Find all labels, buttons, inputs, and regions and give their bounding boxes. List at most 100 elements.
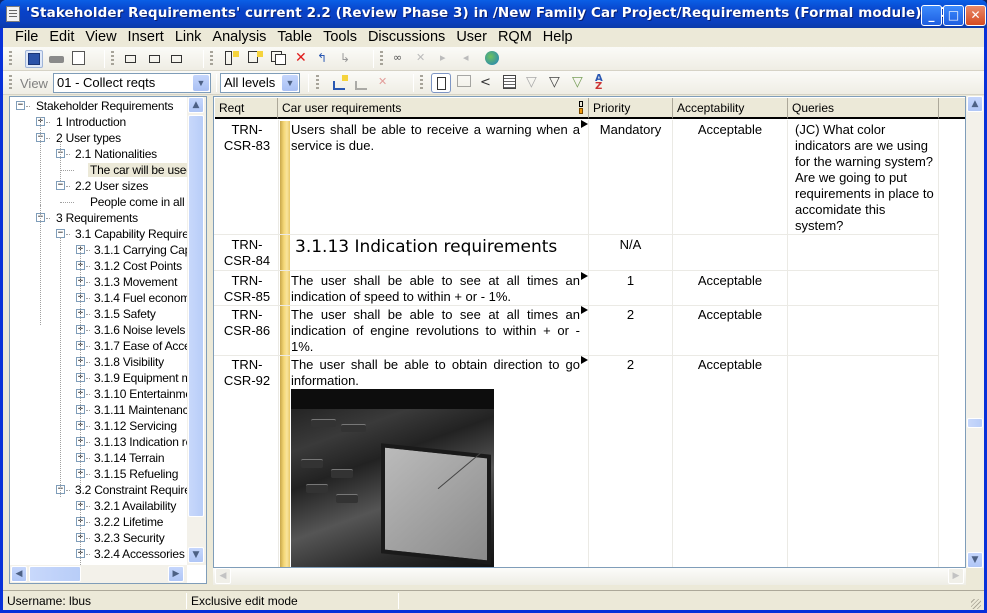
acceptability-value[interactable]: Acceptable	[673, 273, 787, 289]
tree-item[interactable]: 3.1.9 Equipment ma	[92, 371, 200, 385]
menu-insert[interactable]: Insert	[124, 28, 171, 47]
close-button[interactable]: ✕	[965, 5, 986, 26]
list-icon[interactable]	[503, 75, 519, 91]
queries-value[interactable]: (JC) What color indicators are we using …	[795, 122, 937, 234]
tree-item[interactable]: 2.2 User sizes	[73, 179, 150, 193]
tree-item[interactable]: 3.2.4 Accessories	[92, 547, 187, 561]
menu-user[interactable]: User	[452, 28, 494, 47]
scroll-down-icon[interactable]: ▼	[188, 547, 204, 563]
column-header-priority[interactable]: Priority	[589, 98, 673, 119]
priority-value[interactable]: 1	[589, 273, 672, 289]
save-icon[interactable]	[25, 50, 43, 68]
tree-item[interactable]: 3.1.4 Fuel economy	[92, 291, 198, 305]
tree-item[interactable]: 3.2.3 Security	[92, 531, 167, 545]
column-header-acceptability[interactable]: Acceptability	[673, 98, 788, 119]
tree-item[interactable]: 3.1.14 Terrain	[92, 451, 166, 465]
toolbar-grip[interactable]	[9, 51, 12, 67]
outline-icon[interactable]	[431, 73, 451, 93]
minimize-button[interactable]: _	[921, 5, 942, 26]
link-indicator-icon[interactable]	[581, 356, 588, 364]
tree-item[interactable]: The car will be usec	[88, 163, 195, 177]
grid-horizontal-scrollbar[interactable]: ◀ ▶	[213, 568, 966, 585]
scroll-right-icon[interactable]: ▶	[168, 566, 184, 582]
scroll-up-icon[interactable]: ▲	[188, 97, 204, 113]
maximize-button[interactable]: □	[943, 5, 964, 26]
delete-object-icon[interactable]: ✕	[295, 51, 311, 67]
menu-analysis[interactable]: Analysis	[208, 28, 273, 47]
resize-grip-icon[interactable]	[971, 599, 981, 609]
tree-item[interactable]: 3.1.10 Entertainmer	[92, 387, 198, 401]
scroll-up-icon[interactable]: ▲	[967, 96, 983, 112]
tree-item[interactable]: 3.1.8 Visibility	[92, 355, 166, 369]
tree-item[interactable]: 3.1.1 Carrying Capa	[92, 243, 200, 257]
tree-item[interactable]: 2.1 Nationalities	[73, 147, 159, 161]
move-up-icon[interactable]: ↰	[317, 51, 333, 67]
sort-icon[interactable]: AZ	[595, 74, 611, 92]
tree-item[interactable]: 3.1.3 Movement	[92, 275, 179, 289]
tree-scroll-thumb[interactable]	[188, 115, 204, 517]
toolbar-grip[interactable]	[9, 75, 12, 91]
tree-item[interactable]: 3.1.2 Cost Points	[92, 259, 184, 273]
scroll-left-icon[interactable]: ◀	[11, 566, 27, 582]
new-child-icon[interactable]	[248, 51, 264, 67]
collapse-icon[interactable]: −	[56, 181, 65, 190]
link-indicator-icon[interactable]	[581, 120, 588, 128]
tree-horizontal-scrollbar[interactable]: ◀ ▶	[10, 565, 187, 583]
menu-file[interactable]: File	[11, 28, 45, 47]
priority-value[interactable]: N/A	[589, 237, 672, 253]
title-bar[interactable]: 'Stakeholder Requirements' current 2.2 (…	[0, 0, 987, 28]
scroll-left-icon[interactable]: ◀	[215, 568, 231, 584]
properties-icon[interactable]	[72, 51, 88, 67]
link-end-icon[interactable]: ◂	[463, 51, 479, 67]
link-start-icon[interactable]: ▸	[440, 51, 456, 67]
tree-item[interactable]: 2 User types	[54, 131, 123, 145]
copy-object-icon[interactable]	[271, 51, 287, 67]
chevron-down-icon[interactable]: ▼	[282, 75, 298, 91]
column-header-reqt[interactable]: Reqt	[215, 98, 278, 119]
acceptability-value[interactable]: Acceptable	[673, 122, 787, 138]
requirement-text[interactable]: Users shall be able to receive a warning…	[291, 122, 580, 154]
tree-item[interactable]: People come in all s	[88, 195, 195, 209]
requirement-text[interactable]: The user shall be able to see at all tim…	[291, 307, 580, 355]
tree-item[interactable]: 3 Requirements	[54, 211, 140, 225]
delete-column-icon[interactable]: ✕	[378, 75, 394, 91]
tree-hscroll-thumb[interactable]	[29, 566, 81, 582]
insert-column-icon[interactable]	[333, 75, 349, 91]
tree-item[interactable]: 1 Introduction	[54, 115, 128, 129]
grid-vertical-scrollbar[interactable]: ▲ ▼	[966, 96, 984, 568]
tree-item[interactable]: 3.2.2 Lifetime	[92, 515, 165, 529]
priority-value[interactable]: Mandatory	[589, 122, 672, 138]
web-icon[interactable]	[485, 51, 499, 65]
priority-value[interactable]: 2	[589, 357, 672, 373]
print-icon[interactable]	[49, 51, 65, 67]
tree-item[interactable]: 3.1.7 Ease of Acces	[92, 339, 198, 353]
tree-item[interactable]: 3.1.11 Maintenance	[92, 403, 197, 417]
tree-item[interactable]: 3.1.5 Safety	[92, 307, 158, 321]
link-indicator-icon[interactable]	[581, 272, 588, 280]
insert-below-icon[interactable]	[125, 51, 141, 67]
menu-view[interactable]: View	[81, 28, 123, 47]
tree-item[interactable]: 3.1.6 Noise levels	[92, 323, 187, 337]
tree-vertical-scrollbar[interactable]: ▲ ▼	[187, 97, 206, 565]
promote-icon[interactable]	[171, 51, 187, 67]
filter-edit-icon[interactable]: ▽	[549, 75, 565, 91]
menu-link[interactable]: Link	[171, 28, 209, 47]
link-indicator-icon[interactable]	[581, 306, 588, 314]
toolbar-grip[interactable]	[210, 51, 213, 67]
filter-tree-icon[interactable]	[457, 75, 473, 91]
column-header-car-user-requirements[interactable]: Car user requirements	[278, 98, 589, 119]
tree-item[interactable]: 3.1.15 Refueling	[92, 467, 180, 481]
tree-item[interactable]: 3.2.1 Availability	[92, 499, 178, 513]
toolbar-grip[interactable]	[420, 75, 423, 91]
menu-tools[interactable]: Tools	[319, 28, 364, 47]
edit-column-icon[interactable]	[355, 75, 371, 91]
filter-clear-icon[interactable]: ▽	[572, 75, 588, 91]
graphics-icon[interactable]: <	[480, 75, 496, 91]
delete-link-icon[interactable]: ✕	[416, 51, 432, 67]
levels-select[interactable]: All levels ▼	[220, 73, 300, 93]
tree-item[interactable]: Stakeholder Requirements	[34, 99, 175, 113]
move-down-icon[interactable]: ↳	[340, 51, 356, 67]
tree-item[interactable]: 3.1.12 Servicing	[92, 419, 179, 433]
column-header-queries[interactable]: Queries	[788, 98, 939, 119]
scroll-right-icon[interactable]: ▶	[948, 568, 964, 584]
